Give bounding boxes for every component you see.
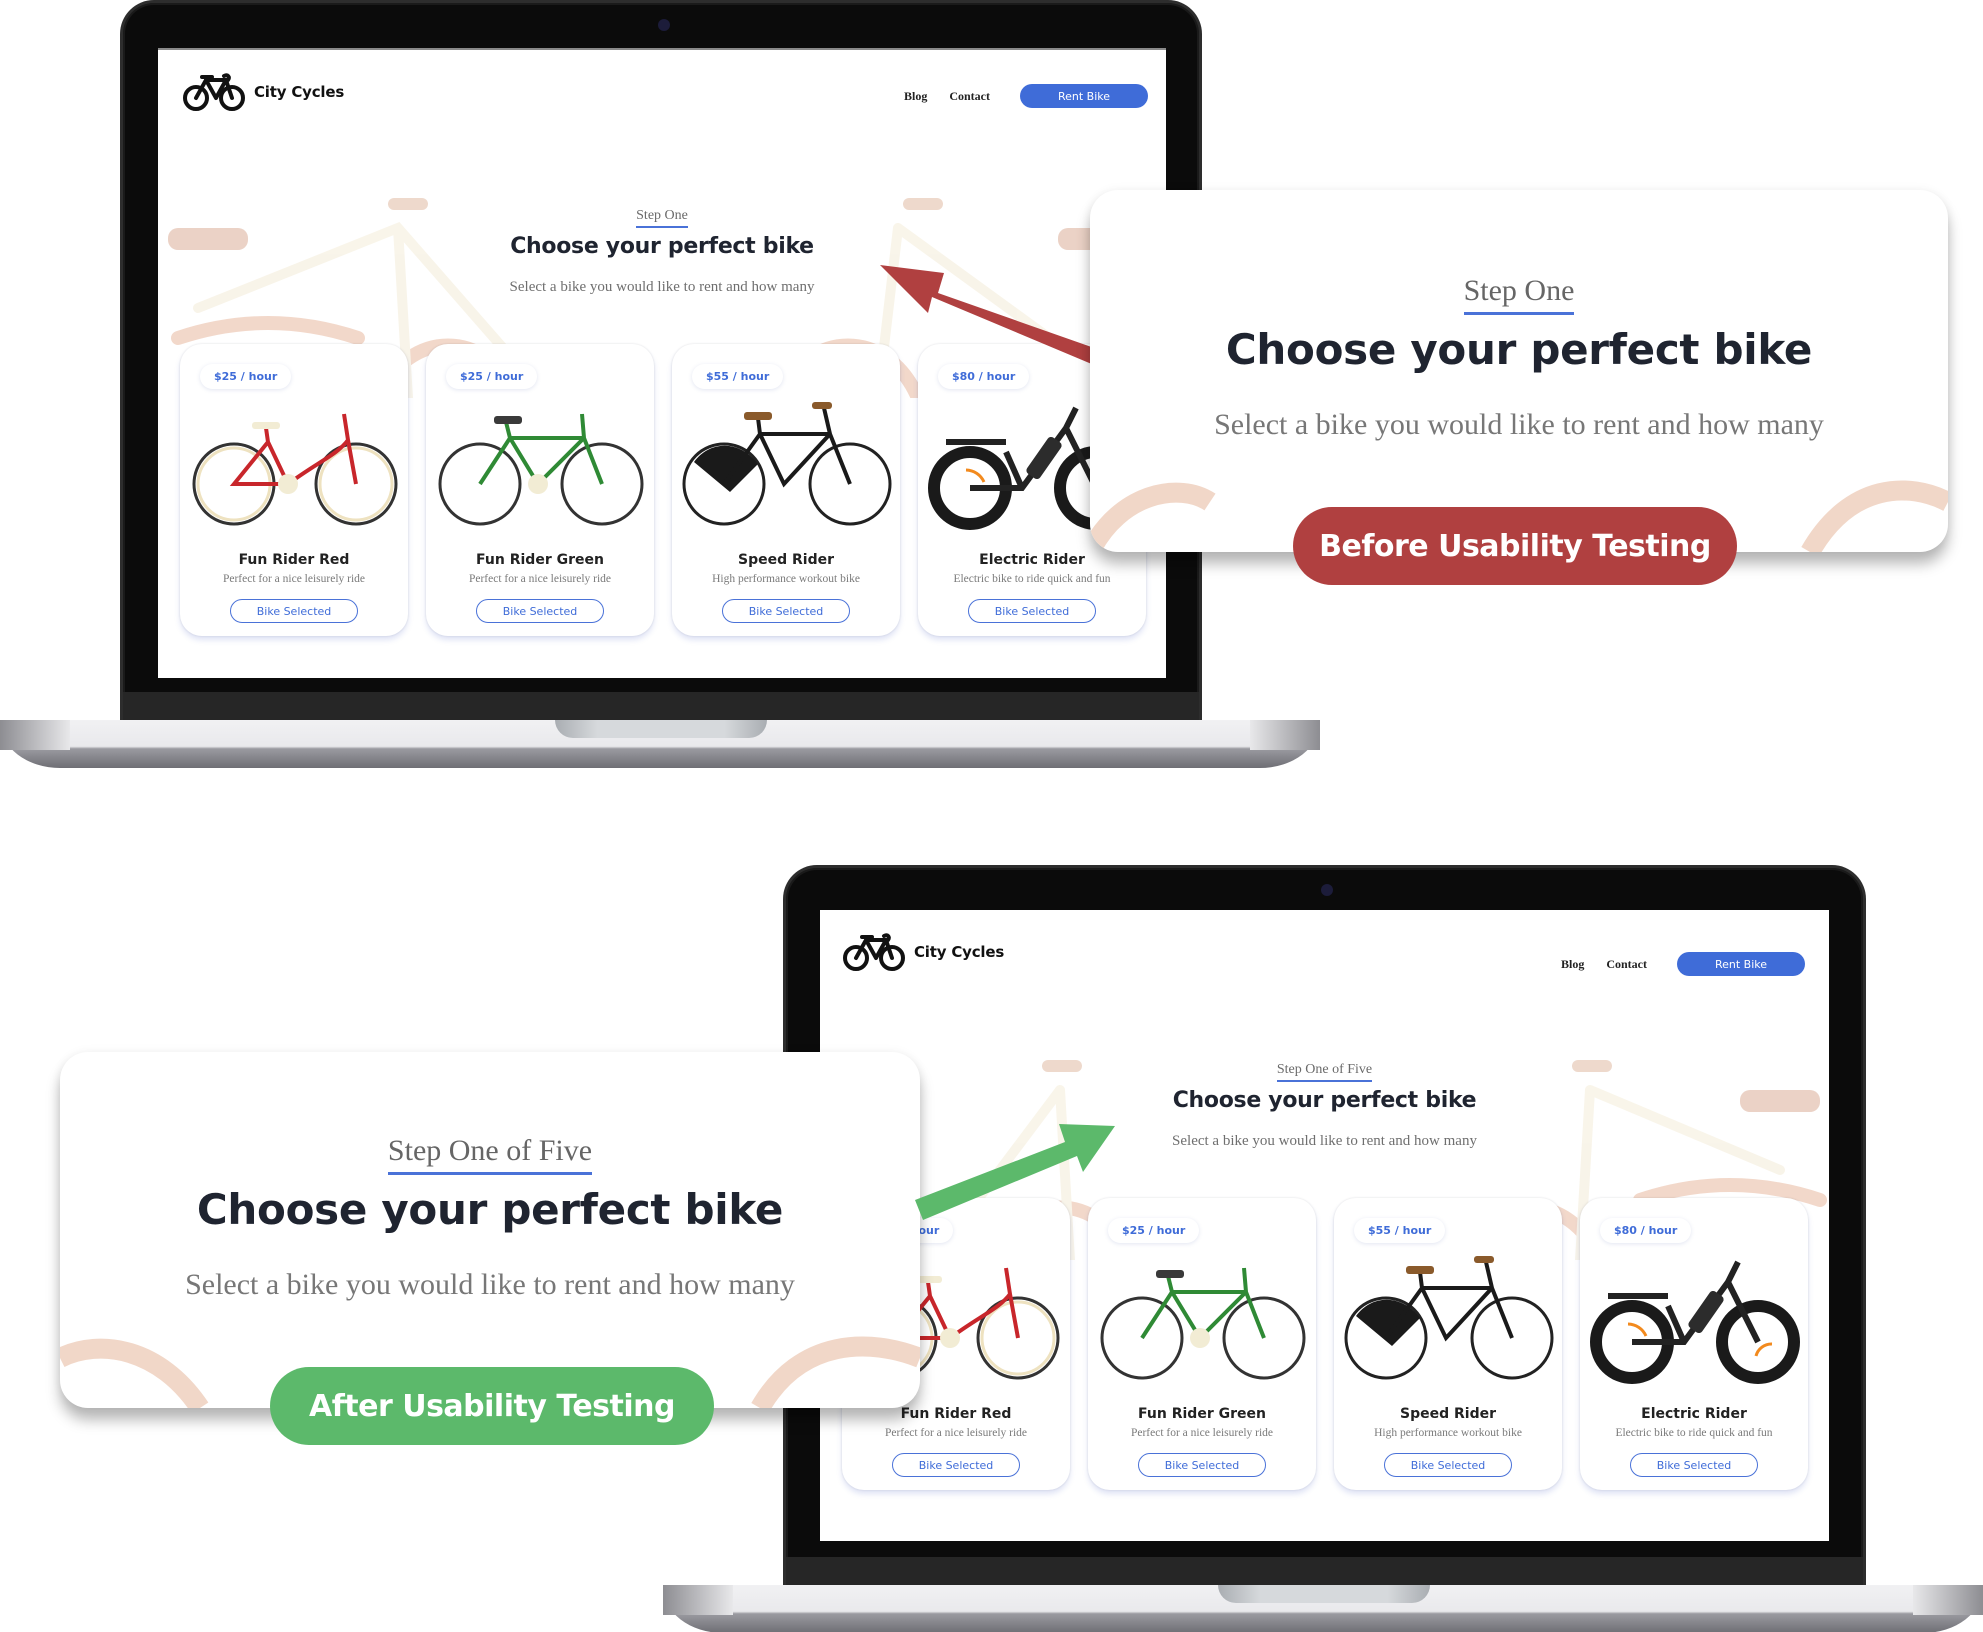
nav-contact[interactable]: Contact	[1606, 957, 1647, 972]
after-usability-testing-label: After Usability Testing	[270, 1367, 714, 1445]
black-bike-image	[682, 402, 892, 526]
laptop-base	[663, 1585, 1983, 1632]
bike-card[interactable]: $25 / hour Fun Rider Red Perfect for a n…	[180, 344, 408, 636]
black-bike-image	[1344, 1256, 1554, 1380]
bike-description: Electric bike to ride quick and fun	[953, 573, 1111, 585]
bike-card-list: $25 / hour Fun Rider Red Perfect for a n…	[180, 344, 1164, 636]
callout-title: Choose your perfect bike	[196, 1185, 784, 1234]
bike-name: Fun Rider Green	[1138, 1406, 1266, 1422]
bike-selected-button[interactable]: Bike Selected	[892, 1453, 1020, 1477]
bike-selected-button[interactable]: Bike Selected	[476, 599, 604, 623]
screen-after: City Cycles Blog Contact Rent Bike Step …	[820, 910, 1829, 1541]
laptop-base	[0, 720, 1320, 768]
bike-card[interactable]: $25 / hour Fun Rider Green Perfect for a…	[1088, 1198, 1316, 1490]
green-arrow-icon	[915, 1124, 1115, 1220]
nav-blog[interactable]: Blog	[904, 89, 927, 104]
bike-selected-button[interactable]: Bike Selected	[1630, 1453, 1758, 1477]
callout-subtitle: Select a bike you would like to rent and…	[1214, 408, 1824, 441]
bike-selected-button[interactable]: Bike Selected	[968, 599, 1096, 623]
nav-contact[interactable]: Contact	[949, 89, 990, 104]
before-callout: Step One Choose your perfect bike Select…	[1090, 190, 1948, 552]
price-badge: $25 / hour	[200, 364, 292, 389]
camera-icon	[658, 19, 670, 31]
step-label: Step One	[636, 208, 688, 228]
rent-bike-button[interactable]: Rent Bike	[1677, 952, 1805, 976]
bike-description: Perfect for a nice leisurely ride	[1130, 1427, 1274, 1439]
bike-description: High performance workout bike	[712, 573, 860, 585]
red-arrow-icon	[880, 265, 1100, 365]
price-badge: $80 / hour	[1600, 1218, 1692, 1243]
callout-hero: Step One of Five Choose your perfect bik…	[60, 1134, 920, 1302]
logo[interactable]: City Cycles	[182, 72, 344, 112]
bike-selected-button[interactable]: Bike Selected	[230, 599, 358, 623]
bike-description: Perfect for a nice leisurely ride	[222, 573, 366, 585]
price-badge: $25 / hour	[446, 364, 538, 389]
after-callout: Step One of Five Choose your perfect bik…	[60, 1052, 920, 1408]
bike-description: Electric bike to ride quick and fun	[1615, 1427, 1773, 1439]
bike-selected-button[interactable]: Bike Selected	[1384, 1453, 1512, 1477]
bike-name: Fun Rider Red	[238, 552, 350, 568]
bicycle-icon	[843, 933, 905, 971]
brand-name: City Cycles	[914, 943, 1005, 961]
bike-description: Perfect for a nice leisurely ride	[884, 1427, 1028, 1439]
price-badge: $55 / hour	[692, 364, 784, 389]
hero-title: Choose your perfect bike	[1172, 1088, 1477, 1113]
top-nav: Blog Contact Rent Bike	[904, 84, 1148, 108]
bike-card[interactable]: $80 / hour Electric Rider Electric bike …	[1580, 1198, 1808, 1490]
rent-bike-button[interactable]: Rent Bike	[1020, 84, 1148, 108]
bike-name: Fun Rider Green	[476, 552, 604, 568]
bike-name: Fun Rider Red	[900, 1406, 1012, 1422]
bike-card[interactable]: $25 / hour Fun Rider Green Perfect for a…	[426, 344, 654, 636]
city-cycles-site: City Cycles Blog Contact Rent Bike Step …	[820, 910, 1829, 1541]
bike-card[interactable]: $55 / hour Speed Rider High performance …	[1334, 1198, 1562, 1490]
step-label: Step One	[1463, 274, 1575, 315]
price-badge: $80 / hour	[938, 364, 1030, 389]
green-bike-image	[1100, 1267, 1306, 1380]
bike-selected-button[interactable]: Bike Selected	[1138, 1453, 1266, 1477]
nav-blog[interactable]: Blog	[1561, 957, 1584, 972]
bike-selected-button[interactable]: Bike Selected	[722, 599, 850, 623]
camera-icon	[1321, 884, 1333, 896]
bike-description: High performance workout bike	[1374, 1427, 1522, 1439]
logo[interactable]: City Cycles	[842, 932, 1004, 972]
brand-name: City Cycles	[254, 83, 345, 101]
callout-hero: Step One Choose your perfect bike Select…	[1090, 274, 1948, 442]
bike-name: Speed Rider	[738, 552, 834, 568]
before-usability-testing-label: Before Usability Testing	[1293, 507, 1737, 585]
bike-name: Speed Rider	[1400, 1406, 1496, 1422]
step-label: Step One of Five	[1276, 1062, 1373, 1082]
price-badge: $25 / hour	[1108, 1218, 1200, 1243]
bike-name: Electric Rider	[1641, 1406, 1747, 1422]
step-label: Step One of Five	[387, 1134, 593, 1175]
callout-title: Choose your perfect bike	[1225, 325, 1813, 374]
bike-card-list: $25 / hour Fun Rider Red Perfect for a n…	[842, 1198, 1826, 1490]
callout-subtitle: Select a bike you would like to rent and…	[185, 1268, 795, 1301]
electric-bike-image	[1590, 1260, 1800, 1384]
bicycle-icon	[183, 73, 245, 111]
bike-description: Perfect for a nice leisurely ride	[468, 573, 612, 585]
price-badge: $55 / hour	[1354, 1218, 1446, 1243]
bike-card[interactable]: $55 / hour Speed Rider High performance …	[672, 344, 900, 636]
top-nav: Blog Contact Rent Bike	[1561, 952, 1805, 976]
green-bike-image	[438, 413, 644, 526]
bike-name: Electric Rider	[979, 552, 1085, 568]
red-bike-image	[192, 413, 398, 526]
